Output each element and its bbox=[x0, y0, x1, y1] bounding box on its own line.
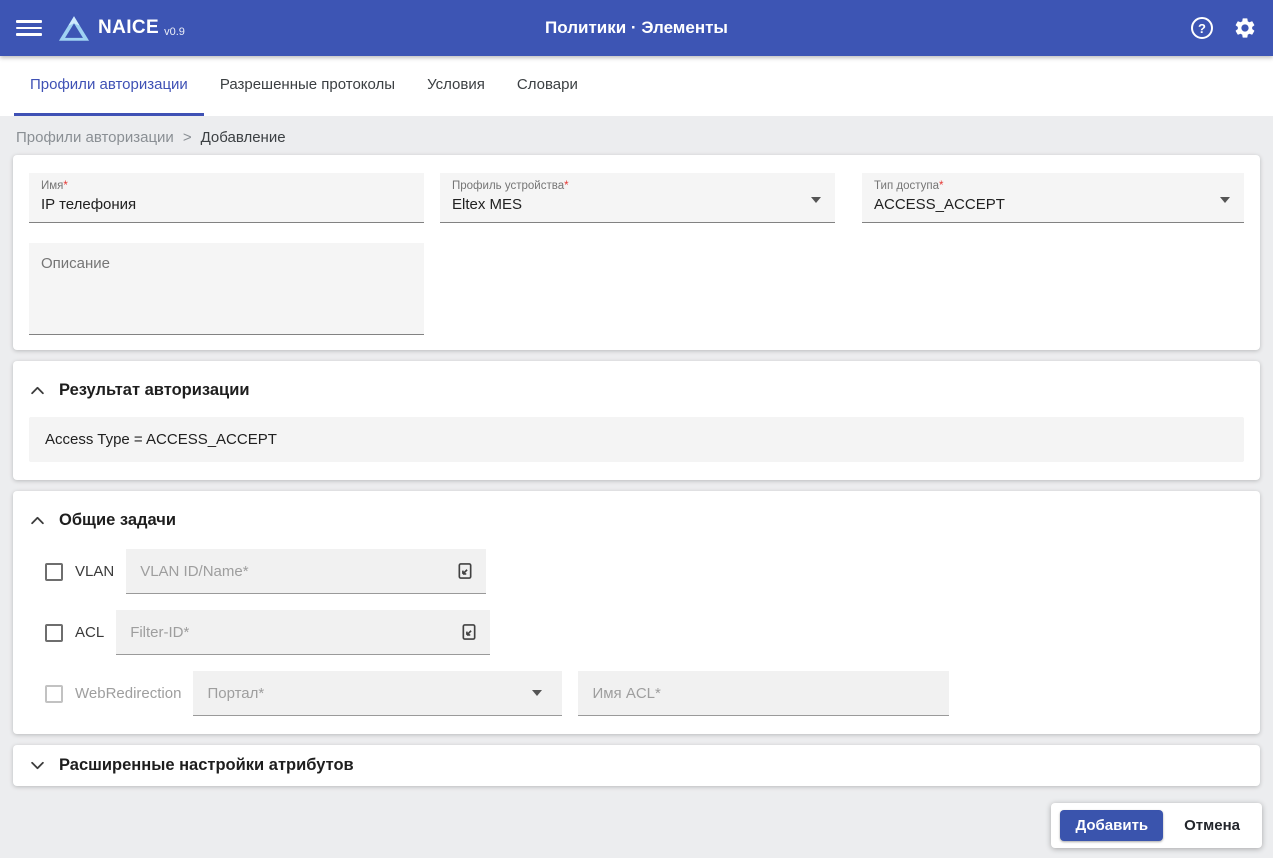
submit-button[interactable]: Добавить bbox=[1060, 810, 1164, 841]
chevron-up-icon bbox=[29, 386, 45, 395]
chevron-down-icon bbox=[811, 197, 821, 203]
chevron-down-icon bbox=[532, 690, 543, 696]
tab-authorization-profiles[interactable]: Профили авторизации bbox=[14, 56, 204, 116]
tab-conditions[interactable]: Условия bbox=[411, 56, 501, 116]
acl-checkbox[interactable] bbox=[45, 623, 63, 642]
vlan-label: VLAN bbox=[75, 563, 115, 580]
chevron-down-icon bbox=[1220, 197, 1230, 203]
access-type-value: ACCESS_ACCEPT bbox=[874, 196, 1005, 213]
brand-version: v0.9 bbox=[164, 25, 185, 38]
breadcrumb: Профили авторизации > Добавление bbox=[0, 116, 1273, 155]
acl-input[interactable] bbox=[116, 623, 491, 641]
portal-placeholder: Портал* bbox=[207, 684, 265, 702]
web-redirection-checkbox[interactable] bbox=[45, 684, 63, 703]
name-label: Имя* bbox=[41, 180, 68, 192]
vlan-checkbox[interactable] bbox=[45, 562, 63, 581]
name-field[interactable]: Имя* bbox=[29, 173, 424, 223]
question-icon: ? bbox=[1198, 20, 1206, 36]
advanced-settings-title: Расширенные настройки атрибутов bbox=[59, 756, 354, 774]
chevron-up-icon bbox=[29, 516, 45, 525]
device-profile-value: Eltex MES bbox=[452, 196, 523, 213]
action-bar: Добавить Отмена bbox=[1051, 803, 1262, 848]
device-profile-label: Профиль устройства* bbox=[452, 180, 569, 192]
vlan-input-wrap bbox=[126, 549, 487, 594]
authorization-result-value: Access Type = ACCESS_ACCEPT bbox=[29, 417, 1244, 462]
profile-form-card: Имя* Профиль устройства* Eltex MES Тип д… bbox=[13, 155, 1260, 350]
description-textarea[interactable] bbox=[29, 243, 424, 335]
paste-lookup-icon[interactable] bbox=[459, 622, 479, 642]
brand: NAICE v0.9 bbox=[58, 15, 185, 42]
common-tasks-card: Общие задачи VLAN ACL bbox=[13, 491, 1260, 734]
access-type-label: Тип доступа* bbox=[874, 180, 944, 192]
tab-dictionaries[interactable]: Словари bbox=[501, 56, 594, 116]
tab-bar: Профили авторизации Разрешенные протокол… bbox=[0, 56, 1273, 116]
portal-select[interactable]: Портал* bbox=[193, 671, 563, 716]
page-title: Политики · Элементы bbox=[545, 18, 728, 37]
vlan-input[interactable] bbox=[126, 562, 487, 580]
menu-button[interactable] bbox=[16, 16, 42, 40]
vlan-row: VLAN bbox=[29, 549, 1244, 594]
web-redirection-label: WebRedirection bbox=[75, 685, 182, 702]
brand-name: NAICE bbox=[98, 17, 160, 38]
name-input[interactable] bbox=[41, 196, 412, 213]
acl-row: ACL bbox=[29, 610, 1244, 655]
chevron-down-icon bbox=[29, 761, 45, 770]
app-bar: NAICE v0.9 Политики · Элементы ? bbox=[0, 0, 1273, 56]
web-redirection-row: WebRedirection Портал* bbox=[29, 671, 1244, 716]
paste-lookup-icon[interactable] bbox=[455, 561, 475, 581]
authorization-result-title: Результат авторизации bbox=[59, 380, 250, 399]
device-profile-select[interactable]: Профиль устройства* Eltex MES bbox=[440, 173, 835, 223]
acl-name-input[interactable] bbox=[578, 684, 950, 702]
settings-button[interactable] bbox=[1233, 16, 1257, 40]
gear-icon bbox=[1235, 18, 1255, 38]
acl-label: ACL bbox=[75, 624, 105, 641]
acl-input-wrap bbox=[116, 610, 491, 655]
authorization-result-collapse[interactable]: Результат авторизации bbox=[29, 378, 1244, 402]
common-tasks-collapse[interactable]: Общие задачи bbox=[29, 508, 1244, 532]
help-button[interactable]: ? bbox=[1191, 17, 1213, 39]
app-logo-icon bbox=[58, 15, 90, 42]
authorization-result-card: Результат авторизации Access Type = ACCE… bbox=[13, 361, 1260, 480]
acl-name-input-wrap bbox=[578, 671, 950, 716]
tab-allowed-protocols[interactable]: Разрешенные протоколы bbox=[204, 56, 411, 116]
access-type-select[interactable]: Тип доступа* ACCESS_ACCEPT bbox=[862, 173, 1244, 223]
breadcrumb-parent[interactable]: Профили авторизации bbox=[16, 129, 174, 146]
breadcrumb-current: Добавление bbox=[200, 129, 286, 146]
common-tasks-title: Общие задачи bbox=[59, 510, 176, 529]
cancel-button[interactable]: Отмена bbox=[1171, 810, 1253, 841]
breadcrumb-separator: > bbox=[182, 129, 192, 146]
advanced-settings-card[interactable]: Расширенные настройки атрибутов bbox=[13, 745, 1260, 786]
